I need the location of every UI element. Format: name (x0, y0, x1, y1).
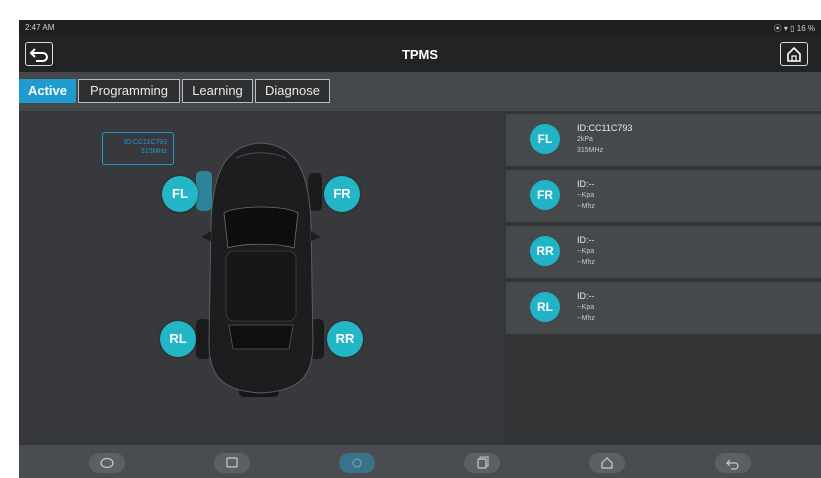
sensor-pressure: --Kpa (577, 192, 595, 199)
wheel-marker-fl[interactable]: FL (162, 176, 198, 212)
battery-icon: ▯ (790, 24, 795, 33)
title-bar: TPMS (19, 36, 821, 72)
tab-learning[interactable]: Learning (182, 79, 253, 103)
sensor-info: ID:-- --Kpa --Mhz (577, 290, 595, 324)
sensor-frequency: --Mhz (577, 259, 595, 266)
sensor-badge: RL (530, 292, 560, 322)
nav-recent-apps-button[interactable] (464, 453, 500, 473)
status-bar: 2:47 AM ⦿ ▾ ▯ 16 % (19, 20, 821, 36)
sensor-pressure: 2kPa (577, 136, 593, 143)
sensor-frequency: 315MHz (577, 147, 604, 154)
status-time: 2:47 AM (25, 23, 55, 32)
back-icon (726, 459, 739, 470)
sensor-badge: FR (530, 180, 560, 210)
home-icon (601, 457, 613, 469)
car-top-view-image (196, 142, 324, 397)
sensor-card-fr[interactable]: FR ID:-- --Kpa --Mhz (506, 170, 821, 222)
sensor-pressure: --Kpa (577, 248, 595, 255)
nav-gallery-button[interactable] (214, 453, 250, 473)
chat-icon (100, 457, 114, 469)
bottom-nav-bar (19, 445, 821, 478)
page-title: TPMS (401, 47, 439, 62)
sensor-id: ID:-- (577, 235, 595, 245)
sensor-badge: RR (530, 236, 560, 266)
tablet-screen: 2:47 AM ⦿ ▾ ▯ 16 % TPMS Active Programmi… (19, 20, 821, 478)
vehicle-icon (352, 458, 362, 468)
gallery-icon (226, 457, 238, 468)
home-icon (787, 46, 801, 62)
nav-vehicle-button[interactable] (339, 453, 375, 473)
wheel-marker-rr[interactable]: RR (327, 321, 363, 357)
vehicle-panel: ID:CC11C793 315MHz FL FR RL RR (21, 113, 504, 443)
sensor-info: ID:-- --Kpa --Mhz (577, 234, 595, 268)
recent-apps-icon (477, 456, 489, 469)
wifi-icon: ▾ (783, 24, 788, 33)
sensor-frequency: --Mhz (577, 203, 595, 210)
sensor-id: ID:CC11C793 (577, 123, 633, 133)
sensor-frequency: --Mhz (577, 315, 595, 322)
battery-level: 16 % (796, 24, 815, 33)
sensor-badge: FL (530, 124, 560, 154)
tab-bar: Active Programming Learning Diagnose (19, 72, 821, 111)
sensor-list: FL ID:CC11C793 2kPa 315MHz FR ID:-- --Kp… (506, 113, 821, 443)
home-button[interactable] (780, 42, 808, 66)
sensor-info: ID:CC11C793 2kPa 315MHz (577, 122, 632, 156)
sensor-card-fl[interactable]: FL ID:CC11C793 2kPa 315MHz (506, 114, 821, 166)
sensor-card-rl[interactable]: RL ID:-- --Kpa --Mhz (506, 282, 821, 334)
tab-programming[interactable]: Programming (78, 79, 180, 103)
sensor-id: ID:-- (577, 179, 595, 189)
wheel-marker-rl[interactable]: RL (160, 321, 196, 357)
location-icon: ⦿ (773, 24, 782, 33)
status-indicators: ⦿ ▾ ▯ 16 % (774, 23, 815, 34)
wheel-marker-fr[interactable]: FR (324, 176, 360, 212)
tab-diagnose[interactable]: Diagnose (255, 79, 330, 103)
sensor-info: ID:-- --Kpa --Mhz (577, 178, 595, 212)
nav-chat-button[interactable] (89, 453, 125, 473)
sensor-id: ID:-- (577, 291, 595, 301)
sensor-pressure: --Kpa (577, 304, 595, 311)
nav-back-button[interactable] (715, 453, 751, 473)
tab-active[interactable]: Active (19, 79, 76, 103)
sensor-card-rr[interactable]: RR ID:-- --Kpa --Mhz (506, 226, 821, 278)
nav-home-button[interactable] (589, 453, 625, 473)
